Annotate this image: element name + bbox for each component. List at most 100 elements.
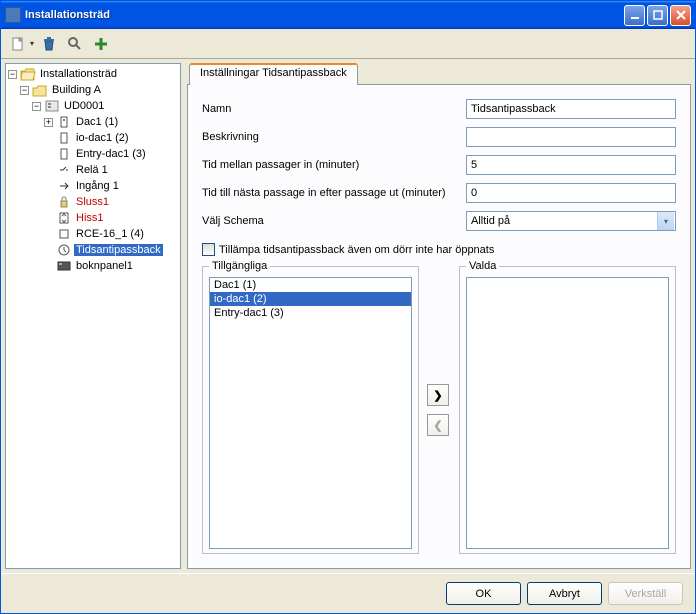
tree-label: Tidsantipassback [74, 244, 163, 256]
tree-label: Dac1 (1) [74, 116, 120, 128]
tree-panel[interactable]: − Installationsträd − Building A − UD000… [5, 63, 181, 569]
minimize-icon [630, 10, 640, 20]
clock-icon [56, 243, 72, 257]
cancel-button[interactable]: Avbryt [527, 582, 602, 605]
lists-area: Tillgängliga Dac1 (1) io-dac1 (2) Entry-… [202, 266, 676, 554]
list-item[interactable]: Entry-dac1 (3) [210, 306, 411, 320]
name-input[interactable] [466, 99, 676, 119]
tree-dac1[interactable]: + Dac1 (1) [8, 114, 178, 130]
node-icon [56, 115, 72, 129]
schema-value: Alltid på [471, 215, 510, 227]
schema-label: Välj Schema [202, 215, 466, 227]
minimize-button[interactable] [624, 5, 645, 26]
apply-checkbox[interactable] [202, 243, 215, 256]
search-icon [67, 36, 83, 52]
node-icon [56, 227, 72, 241]
time-in-input[interactable] [466, 155, 676, 175]
tree-building[interactable]: − Building A [8, 82, 178, 98]
toolbar-search-button[interactable] [64, 33, 86, 55]
tree-label: boknpanel1 [74, 260, 135, 272]
panel-icon [56, 259, 72, 273]
tree-label: io-dac1 (2) [74, 132, 131, 144]
available-legend: Tillgängliga [209, 260, 270, 272]
time-in-label: Tid mellan passager in (minuter) [202, 159, 466, 171]
apply-button[interactable]: Verkställ [608, 582, 683, 605]
folder-open-icon [20, 67, 36, 81]
available-listbox[interactable]: Dac1 (1) io-dac1 (2) Entry-dac1 (3) [209, 277, 412, 549]
maximize-button[interactable] [647, 5, 668, 26]
move-buttons: ❯ ❮ [427, 266, 451, 554]
tree-ud[interactable]: − UD0001 [8, 98, 178, 114]
node-icon [56, 131, 72, 145]
elevator-icon [56, 211, 72, 225]
selected-group: Valda [459, 266, 676, 554]
tree-building-label: Building A [50, 84, 103, 96]
tab-settings[interactable]: Inställningar Tidsantipassback [189, 63, 358, 85]
toolbar-add-button[interactable] [90, 33, 112, 55]
right-panel: Inställningar Tidsantipassback Namn Besk… [187, 63, 691, 569]
list-item[interactable]: Dac1 (1) [210, 278, 411, 292]
move-left-button[interactable]: ❮ [427, 414, 449, 436]
toolbar-new-dropdown[interactable]: ▾ [7, 33, 34, 55]
selected-listbox[interactable] [466, 277, 669, 549]
list-item[interactable]: io-dac1 (2) [210, 292, 411, 306]
plus-icon [93, 36, 109, 52]
node-icon [56, 147, 72, 161]
app-icon [5, 7, 21, 23]
device-icon [44, 99, 60, 113]
content-area: − Installationsträd − Building A − UD000… [1, 59, 695, 573]
toolbar-delete-button[interactable] [38, 33, 60, 55]
tree-label: Relä 1 [74, 164, 110, 176]
lock-icon [56, 195, 72, 209]
new-icon [7, 33, 29, 55]
tree-ingang1[interactable]: Ingång 1 [8, 178, 178, 194]
ok-button[interactable]: OK [446, 582, 521, 605]
schema-select[interactable]: Alltid på ▾ [466, 211, 676, 231]
trash-icon [41, 36, 57, 52]
chevron-right-icon: ❯ [433, 389, 442, 402]
input-icon [56, 179, 72, 193]
time-out-label: Tid till nästa passage in efter passage … [202, 187, 466, 199]
folder-icon [32, 83, 48, 97]
desc-input[interactable] [466, 127, 676, 147]
tree-iodac1[interactable]: io-dac1 (2) [8, 130, 178, 146]
tree-label: Sluss1 [74, 196, 111, 208]
maximize-icon [653, 10, 663, 20]
available-group: Tillgängliga Dac1 (1) io-dac1 (2) Entry-… [202, 266, 419, 554]
tree-label: Ingång 1 [74, 180, 121, 192]
selected-legend: Valda [466, 260, 499, 272]
close-icon [676, 10, 686, 20]
expand-icon[interactable]: + [44, 118, 53, 127]
collapse-icon[interactable]: − [8, 70, 17, 79]
tree-sluss1[interactable]: Sluss1 [8, 194, 178, 210]
desc-label: Beskrivning [202, 131, 466, 143]
tree-ud-label: UD0001 [62, 100, 106, 112]
tab-content: Namn Beskrivning Tid mellan passager in … [187, 84, 691, 569]
tree-label: Hiss1 [74, 212, 106, 224]
dialog-footer: OK Avbryt Verkställ [1, 573, 695, 613]
tree-rce16[interactable]: RCE-16_1 (4) [8, 226, 178, 242]
tree-tidsanti[interactable]: Tidsantipassback [8, 242, 178, 258]
time-out-input[interactable] [466, 183, 676, 203]
relay-icon [56, 163, 72, 177]
tree-label: Entry-dac1 (3) [74, 148, 148, 160]
tree-entrydac1[interactable]: Entry-dac1 (3) [8, 146, 178, 162]
close-button[interactable] [670, 5, 691, 26]
move-right-button[interactable]: ❯ [427, 384, 449, 406]
tree-rela1[interactable]: Relä 1 [8, 162, 178, 178]
tree-root[interactable]: − Installationsträd [8, 66, 178, 82]
tree-hiss1[interactable]: Hiss1 [8, 210, 178, 226]
collapse-icon[interactable]: − [20, 86, 29, 95]
titlebar: Installationsträd [1, 1, 695, 29]
chevron-down-icon: ▾ [657, 212, 674, 230]
window-title: Installationsträd [25, 9, 622, 21]
toolbar: ▾ [1, 29, 695, 59]
apply-checkbox-row[interactable]: Tillämpa tidsantipassback även om dörr i… [202, 243, 676, 256]
collapse-icon[interactable]: − [32, 102, 41, 111]
dropdown-arrow-icon: ▾ [30, 39, 34, 48]
tree-boknpanel[interactable]: boknpanel1 [8, 258, 178, 274]
name-label: Namn [202, 103, 466, 115]
chevron-left-icon: ❮ [433, 419, 442, 432]
checkbox-label: Tillämpa tidsantipassback även om dörr i… [219, 244, 494, 256]
tab-bar: Inställningar Tidsantipassback [187, 63, 691, 85]
